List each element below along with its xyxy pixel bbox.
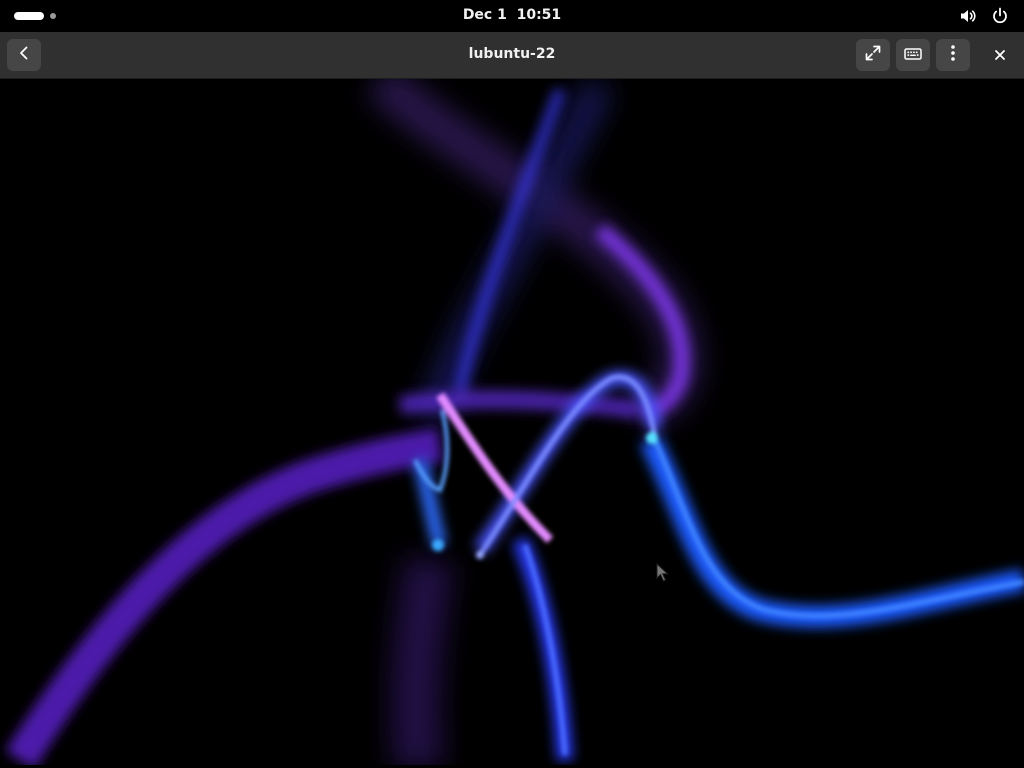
fullscreen-button[interactable] <box>856 39 890 71</box>
system-menu-button[interactable] <box>958 6 1010 26</box>
clock-time: 10:51 <box>516 7 562 23</box>
power-icon <box>990 6 1010 26</box>
ribbon-blue <box>413 371 1024 761</box>
window-header-bar: lubuntu-22 <box>0 32 1024 79</box>
keyboard-icon <box>904 46 922 65</box>
volume-icon <box>958 6 978 26</box>
screensaver-ribbons <box>5 79 1024 765</box>
close-icon <box>994 46 1006 65</box>
top-bar: Dec 1 10:51 <box>0 0 1024 32</box>
menu-icon <box>950 44 956 66</box>
keyboard-button[interactable] <box>896 39 930 71</box>
clock-date: Dec 1 <box>462 7 507 23</box>
clock: Dec 1 10:51 <box>0 0 1024 32</box>
date-time-button[interactable]: Dec 1 10:51 <box>463 7 561 23</box>
workspace-active-indicator <box>14 12 44 20</box>
ribbon-purple <box>5 87 690 765</box>
activities-button[interactable] <box>14 11 56 21</box>
back-button[interactable] <box>7 39 41 71</box>
workspace-inactive-indicator <box>50 13 56 19</box>
fullscreen-icon <box>864 44 882 66</box>
menu-button[interactable] <box>936 39 970 71</box>
back-icon <box>16 45 32 65</box>
remote-desktop-viewport[interactable] <box>0 79 1024 765</box>
mouse-pointer-icon <box>656 563 670 583</box>
window-title: lubuntu-22 <box>468 46 556 62</box>
close-button[interactable] <box>983 39 1017 71</box>
